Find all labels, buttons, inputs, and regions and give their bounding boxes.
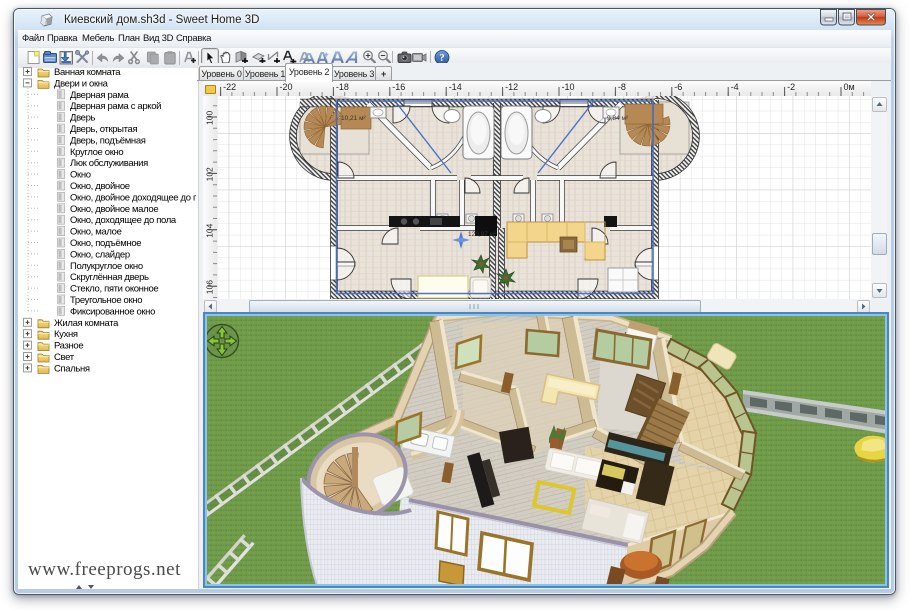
svg-text:Полукруглое окно: Полукруглое окно (70, 261, 143, 272)
svg-text:-16: -16 (392, 82, 405, 92)
svg-text:-12: -12 (505, 82, 518, 92)
svg-text:Разное: Разное (54, 341, 83, 352)
svg-text:120,97 м²: 120,97 м² (468, 231, 497, 238)
svg-text:106: 106 (205, 280, 215, 294)
svg-text:Ванная комната: Ванная комната (54, 67, 121, 78)
svg-text:10,21 м²: 10,21 м² (341, 115, 367, 122)
svg-text:-4: -4 (731, 82, 739, 92)
svg-text:Дверная рама с аркой: Дверная рама с аркой (70, 101, 161, 112)
svg-text:Кухня: Кухня (54, 329, 78, 340)
svg-text:0м: 0м (844, 82, 855, 92)
svg-text:Фиксированное окно: Фиксированное окно (70, 306, 155, 317)
svg-text:Окно: Окно (70, 170, 91, 181)
svg-text:Треугольное окно: Треугольное окно (70, 295, 142, 306)
svg-text:Окно, двойное: Окно, двойное (70, 181, 130, 192)
svg-text:-2: -2 (787, 82, 795, 92)
svg-text:Окно, малое: Окно, малое (70, 227, 122, 238)
svg-text:Окно, слайдер: Окно, слайдер (70, 249, 130, 260)
svg-text:104: 104 (205, 223, 215, 237)
svg-text:Спальня: Спальня (54, 363, 90, 374)
svg-text:-14: -14 (449, 82, 462, 92)
svg-text:Свет: Свет (54, 352, 75, 363)
svg-text:Скруглённая дверь: Скруглённая дверь (70, 272, 149, 283)
svg-text:-18: -18 (336, 82, 349, 92)
svg-text:9,84 м²: 9,84 м² (607, 115, 629, 122)
svg-text:100: 100 (205, 111, 215, 125)
svg-text:Дверь, открытая: Дверь, открытая (70, 124, 137, 135)
svg-text:Окно, подъёмное: Окно, подъёмное (70, 238, 141, 249)
svg-text:Круглое окно: Круглое окно (70, 147, 123, 158)
svg-text:-22: -22 (223, 82, 236, 92)
svg-text:Окно, доходящее до пола: Окно, доходящее до пола (70, 215, 177, 226)
svg-text:Двери и окна: Двери и окна (54, 78, 109, 89)
svg-text:Окно, двойное доходящее до пол: Окно, двойное доходящее до пола (70, 192, 196, 203)
svg-text:Жилая комната: Жилая комната (54, 318, 119, 329)
svg-text:-10: -10 (562, 82, 575, 92)
svg-text:Дверь, подъёмная: Дверь, подъёмная (70, 135, 146, 146)
svg-text:Стекло, пяти оконное: Стекло, пяти оконное (70, 284, 158, 295)
svg-text:Окно, двойное малое: Окно, двойное малое (70, 204, 158, 215)
svg-text:Люк обслуживания: Люк обслуживания (70, 158, 148, 169)
svg-text:Дверь: Дверь (70, 113, 96, 124)
svg-text:-6: -6 (674, 82, 682, 92)
svg-text:-20: -20 (280, 82, 293, 92)
svg-text:-8: -8 (618, 82, 626, 92)
svg-text:Дверная рама: Дверная рама (70, 90, 130, 101)
svg-text:102: 102 (205, 167, 215, 181)
